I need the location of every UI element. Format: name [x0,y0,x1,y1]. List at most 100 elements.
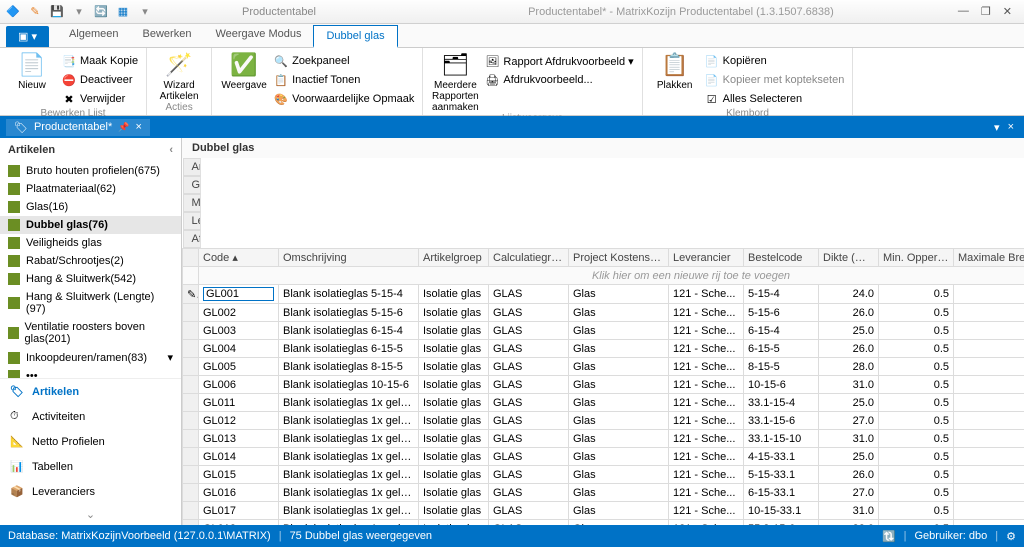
file-tab[interactable]: ▣ ▾ [6,26,49,47]
column-header[interactable]: Maximale Breedte [954,249,1024,267]
cell-leverancier[interactable]: 121 - Sche... [669,376,744,394]
cell-mb[interactable]: 0.0 [954,466,1024,484]
cell-calc[interactable]: GLAS [489,466,569,484]
cell-omschrijving[interactable]: Blank isolatieglas 6-15-4 [279,322,419,340]
cell-dikte[interactable]: 26.0 [819,466,879,484]
cell-omschrijving[interactable]: Blank isolatieglas 1x gela... [279,430,419,448]
verwijder-button[interactable]: ✖Verwijder [62,90,138,108]
cell-artikelgroep[interactable]: Isolatie glas [419,322,489,340]
cell-omschrijving[interactable]: Blank isolatieglas 1x gela... [279,394,419,412]
cell-artikelgroep[interactable]: Isolatie glas [419,502,489,520]
weergave-button[interactable]: ✅Weergave [220,50,268,91]
sidebar-more-icon[interactable]: ⌄ [0,504,181,525]
cell-min[interactable]: 0.5 [879,304,954,322]
cell-code[interactable]: GL004 [199,340,279,358]
cell-min[interactable]: 0.5 [879,448,954,466]
cell-artikelgroep[interactable]: Isolatie glas [419,466,489,484]
cell-mb[interactable]: 0.0 [954,502,1024,520]
code-input[interactable] [203,287,274,301]
cell-code[interactable]: GL015 [199,466,279,484]
cell-omschrijving[interactable]: Blank isolatieglas 1x gela... [279,502,419,520]
cell-bestelcode[interactable]: 5-15-6 [744,304,819,322]
group-header[interactable]: Groep [183,176,201,194]
cell-kostensoort[interactable]: Glas [569,466,669,484]
panel-dropdown-icon[interactable]: ▾ [990,121,1004,134]
cell-omschrijving[interactable]: Blank isolatieglas 5-15-6 [279,304,419,322]
minimize-button[interactable]: — [958,5,969,18]
cell-calc[interactable]: GLAS [489,304,569,322]
cell-bestelcode[interactable]: 5-15-4 [744,285,819,304]
cell-mb[interactable]: 0.0 [954,322,1024,340]
nav-item-netto-profielen[interactable]: 📐Netto Profielen [0,429,181,454]
cell-min[interactable]: 0.5 [879,466,954,484]
cell-bestelcode[interactable]: 10-15-33.1 [744,502,819,520]
nav-item-activiteiten[interactable]: ⏱Activiteiten [0,404,181,429]
cell-dikte[interactable]: 26.0 [819,304,879,322]
cell-code[interactable]: GL006 [199,376,279,394]
table-row[interactable]: GL006Blank isolatieglas 10-15-6Isolatie … [183,376,1024,394]
sidebar-item[interactable]: Ventilatie roosters boven glas(201) [0,318,181,348]
cell-kostensoort[interactable]: Glas [569,322,669,340]
kopieer-met-koptekseten-button[interactable]: 📄Kopieer met koptekseten [705,71,845,89]
cell-artikelgroep[interactable]: Isolatie glas [419,340,489,358]
column-header[interactable]: Bestelcode [744,249,819,267]
cell-calc[interactable]: GLAS [489,484,569,502]
cell-leverancier[interactable]: 121 - Sche... [669,430,744,448]
cell-calc[interactable]: GLAS [489,448,569,466]
cell-code[interactable]: GL002 [199,304,279,322]
cell-bestelcode[interactable]: 33.1-15-10 [744,430,819,448]
cell-min[interactable]: 0.5 [879,376,954,394]
cell-kostensoort[interactable]: Glas [569,502,669,520]
cell-kostensoort[interactable]: Glas [569,358,669,376]
cell-leverancier[interactable]: 121 - Sche... [669,285,744,304]
grid-icon[interactable]: ▦ [114,3,132,21]
cell-kostensoort[interactable]: Glas [569,448,669,466]
cell-dikte[interactable]: 25.0 [819,322,879,340]
cell-dikte[interactable]: 25.0 [819,394,879,412]
sidebar-item[interactable]: Plaatmateriaal(62) [0,180,181,198]
status-settings-icon[interactable]: ⚙ [1006,530,1016,543]
cell-calc[interactable]: GLAS [489,376,569,394]
kopi-ren-button[interactable]: 📄Kopiëren [705,52,845,70]
cell-leverancier[interactable]: 121 - Sche... [669,394,744,412]
sidebar-item[interactable]: Dubbel glas(76) [0,216,181,234]
cell-mb[interactable]: 0.0 [954,412,1024,430]
cell-dikte[interactable]: 31.0 [819,376,879,394]
nav-item-leveranciers[interactable]: 📦Leveranciers [0,479,181,504]
cell-artikelgroep[interactable]: Isolatie glas [419,358,489,376]
nieuw-button[interactable]: 📄Nieuw [8,50,56,91]
table-row[interactable]: GL002Blank isolatieglas 5-15-6Isolatie g… [183,304,1024,322]
cell-min[interactable]: 0.5 [879,412,954,430]
cell-code[interactable]: GL014 [199,448,279,466]
save-icon[interactable]: 💾 [48,3,66,21]
sidebar-item[interactable]: Inkoopdeuren/ramen(83)▾ [0,348,181,367]
restore-button[interactable]: ❐ [981,5,991,18]
table-row[interactable]: GL014Blank isolatieglas 1x gela...Isolat… [183,448,1024,466]
cell-artikelgroep[interactable]: Isolatie glas [419,412,489,430]
cell-bestelcode[interactable]: 33.1-15-4 [744,394,819,412]
cell-dikte[interactable]: 24.0 [819,285,879,304]
cell-artikelgroep[interactable]: Isolatie glas [419,448,489,466]
qat-customize-icon[interactable]: ▾ [136,3,154,21]
column-header[interactable]: Calculatiegroep [489,249,569,267]
cell-omschrijving[interactable]: Blank isolatieglas 1x gela... [279,484,419,502]
sidebar-item[interactable]: ••• [0,367,181,378]
cell-leverancier[interactable]: 121 - Sche... [669,304,744,322]
cell-kostensoort[interactable]: Glas [569,304,669,322]
cell-mb[interactable]: 0.0 [954,430,1024,448]
cell-leverancier[interactable]: 121 - Sche... [669,322,744,340]
table-row[interactable]: GL015Blank isolatieglas 1x gela...Isolat… [183,466,1024,484]
column-header[interactable]: Project Kostensoort [569,249,669,267]
maak-kopie-button[interactable]: 📑Maak Kopie [62,52,138,70]
cell-bestelcode[interactable]: 6-15-33.1 [744,484,819,502]
cell-mb[interactable]: 0.0 [954,340,1024,358]
sidebar-item[interactable]: Hang & Sluitwerk (Lengte)(97) [0,288,181,318]
cell-dikte[interactable]: 26.0 [819,340,879,358]
close-tab-icon[interactable]: × [135,121,141,133]
inactief-tonen-button[interactable]: 📋Inactief Tonen [274,71,414,89]
column-header[interactable]: Leverancier [669,249,744,267]
cell-min[interactable]: 0.5 [879,322,954,340]
cell-calc[interactable]: GLAS [489,285,569,304]
pin-icon[interactable]: 📌 [118,122,129,133]
new-row-placeholder[interactable]: Klik hier om een nieuwe rij toe te voege… [199,267,1024,285]
